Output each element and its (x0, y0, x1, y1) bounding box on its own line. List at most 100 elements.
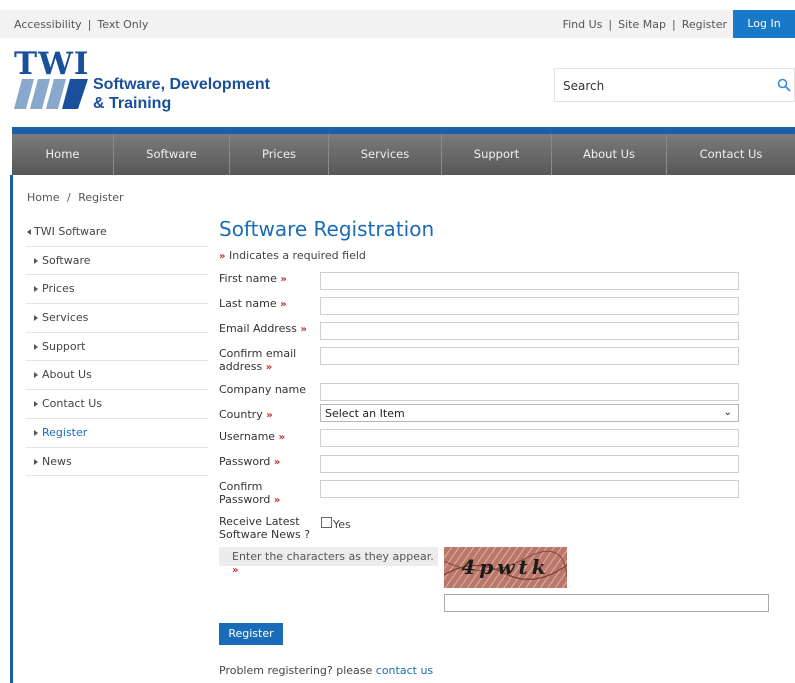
password-field[interactable] (320, 455, 739, 473)
search-input[interactable] (563, 77, 763, 95)
required-marker: » (273, 457, 281, 468)
captcha-text: 4pwtk (461, 555, 550, 579)
required-marker: » (265, 362, 273, 373)
label-text: Password (219, 493, 271, 506)
password-label: Password » (219, 455, 280, 469)
company-label: Company name (219, 383, 306, 396)
label-text: Confirm (219, 480, 263, 493)
sidebar-item-label: Support (42, 339, 86, 353)
logo-stripes-icon (14, 79, 88, 109)
sidebar-item-support[interactable]: Support (26, 333, 208, 362)
nav-contact-us[interactable]: Contact Us (667, 134, 795, 175)
required-note: » Indicates a required field (219, 249, 366, 262)
sidebar-item-label: Software (42, 253, 91, 267)
label-text: Receive Latest (219, 515, 300, 528)
first-name-label: First name » (219, 272, 287, 286)
label-text: Username (219, 430, 276, 443)
captcha-input[interactable] (444, 594, 769, 612)
label-text: First name (219, 272, 277, 285)
confirm-password-field[interactable] (320, 480, 739, 498)
required-marker: » (266, 410, 273, 421)
sidebar-item-software[interactable]: Software (26, 247, 208, 276)
nav-support[interactable]: Support (442, 134, 552, 175)
caret-right-icon (34, 257, 38, 264)
register-link[interactable]: Register (682, 18, 727, 31)
label-text: address (219, 360, 263, 373)
label-text: Password (219, 455, 271, 468)
divider: | (671, 18, 676, 31)
breadcrumb-current: Register (78, 191, 124, 204)
breadcrumb-home[interactable]: Home (27, 191, 59, 204)
captcha-prompt-text: Enter the characters as they appear. (232, 550, 434, 563)
breadcrumb: Home / Register (27, 191, 124, 204)
nav-home[interactable]: Home (12, 134, 114, 175)
register-button[interactable]: Register (219, 623, 283, 645)
nav-services[interactable]: Services (329, 134, 442, 175)
email-field[interactable] (320, 322, 739, 340)
logo-tagline-line2: & Training (93, 95, 172, 112)
first-name-field[interactable] (320, 272, 739, 290)
last-name-field[interactable] (320, 297, 739, 315)
nav-software[interactable]: Software (114, 134, 230, 175)
nav-accent-bar (12, 127, 795, 134)
nav-about-us[interactable]: About Us (552, 134, 667, 175)
required-marker: » (300, 324, 307, 335)
required-marker: » (280, 299, 287, 310)
divider: | (87, 18, 92, 31)
main-nav: Home Software Prices Services Support Ab… (12, 134, 795, 175)
label-text: Last name (219, 297, 277, 310)
breadcrumb-separator: / (66, 191, 71, 204)
nav-prices[interactable]: Prices (230, 134, 329, 175)
search-icon[interactable] (776, 77, 792, 93)
sidebar-item-about-us[interactable]: About Us (26, 361, 208, 391)
log-in-button[interactable]: Log In (733, 10, 795, 38)
utility-left: Accessibility | Text Only (14, 18, 148, 31)
utility-right: Find Us | Site Map | Register (563, 18, 727, 31)
username-field[interactable] (320, 429, 739, 447)
sidebar-item-register[interactable]: Register (26, 419, 208, 448)
problem-registering-text: Problem registering? please contact us (219, 664, 433, 677)
required-marker: » (280, 274, 287, 285)
caret-right-icon (34, 429, 38, 436)
news-checkbox[interactable] (321, 517, 332, 528)
sidebar-item-label: Contact Us (42, 397, 103, 411)
contact-us-link[interactable]: contact us (376, 664, 433, 677)
caret-left-icon (27, 229, 31, 235)
text-only-link[interactable]: Text Only (97, 18, 148, 31)
captcha-prompt: Enter the characters as they appear. » (219, 547, 438, 576)
label-text: Company name (219, 383, 307, 396)
search-box (554, 68, 795, 102)
news-yes-label[interactable]: Yes (333, 518, 351, 531)
logo-twi-text: TWI (14, 46, 90, 82)
sidebar-item-contact-us[interactable]: Contact Us (26, 390, 208, 419)
site-map-link[interactable]: Site Map (618, 18, 666, 31)
sidebar-item-news[interactable]: News (26, 448, 208, 477)
page-title: Software Registration (219, 217, 435, 241)
confirm-password-label: Confirm Password » (219, 480, 280, 507)
sidebar-item-services[interactable]: Services (26, 304, 208, 333)
label-text: Email Address (219, 322, 297, 335)
sidebar-item-label: TWI Software (34, 225, 107, 238)
required-marker: » (273, 495, 281, 506)
sidebar-item-prices[interactable]: Prices (26, 275, 208, 305)
required-note-text: Indicates a required field (228, 249, 366, 262)
country-select[interactable]: Select an Item ⌄ (320, 404, 739, 422)
sidebar-item-label: Prices (42, 282, 75, 296)
find-us-link[interactable]: Find Us (563, 18, 603, 31)
sidebar-item-twi-software[interactable]: TWI Software (26, 218, 208, 247)
sidebar-item-label: News (42, 454, 72, 468)
chevron-down-icon: ⌄ (723, 407, 732, 418)
problem-text: Problem registering? please (219, 664, 373, 677)
email-label: Email Address » (219, 322, 307, 336)
sidebar-item-label: Register (42, 425, 88, 439)
company-field[interactable] (320, 383, 739, 401)
confirm-email-field[interactable] (320, 347, 739, 365)
site-logo[interactable]: TWI Software, Development & Training (14, 46, 314, 116)
country-selected-value: Select an Item (325, 407, 405, 420)
accessibility-link[interactable]: Accessibility (14, 18, 82, 31)
sidebar-item-label: About Us (42, 368, 92, 382)
required-marker: » (278, 432, 286, 443)
required-marker: » (232, 565, 239, 576)
label-text: Confirm email (219, 347, 297, 360)
divider: | (608, 18, 613, 31)
